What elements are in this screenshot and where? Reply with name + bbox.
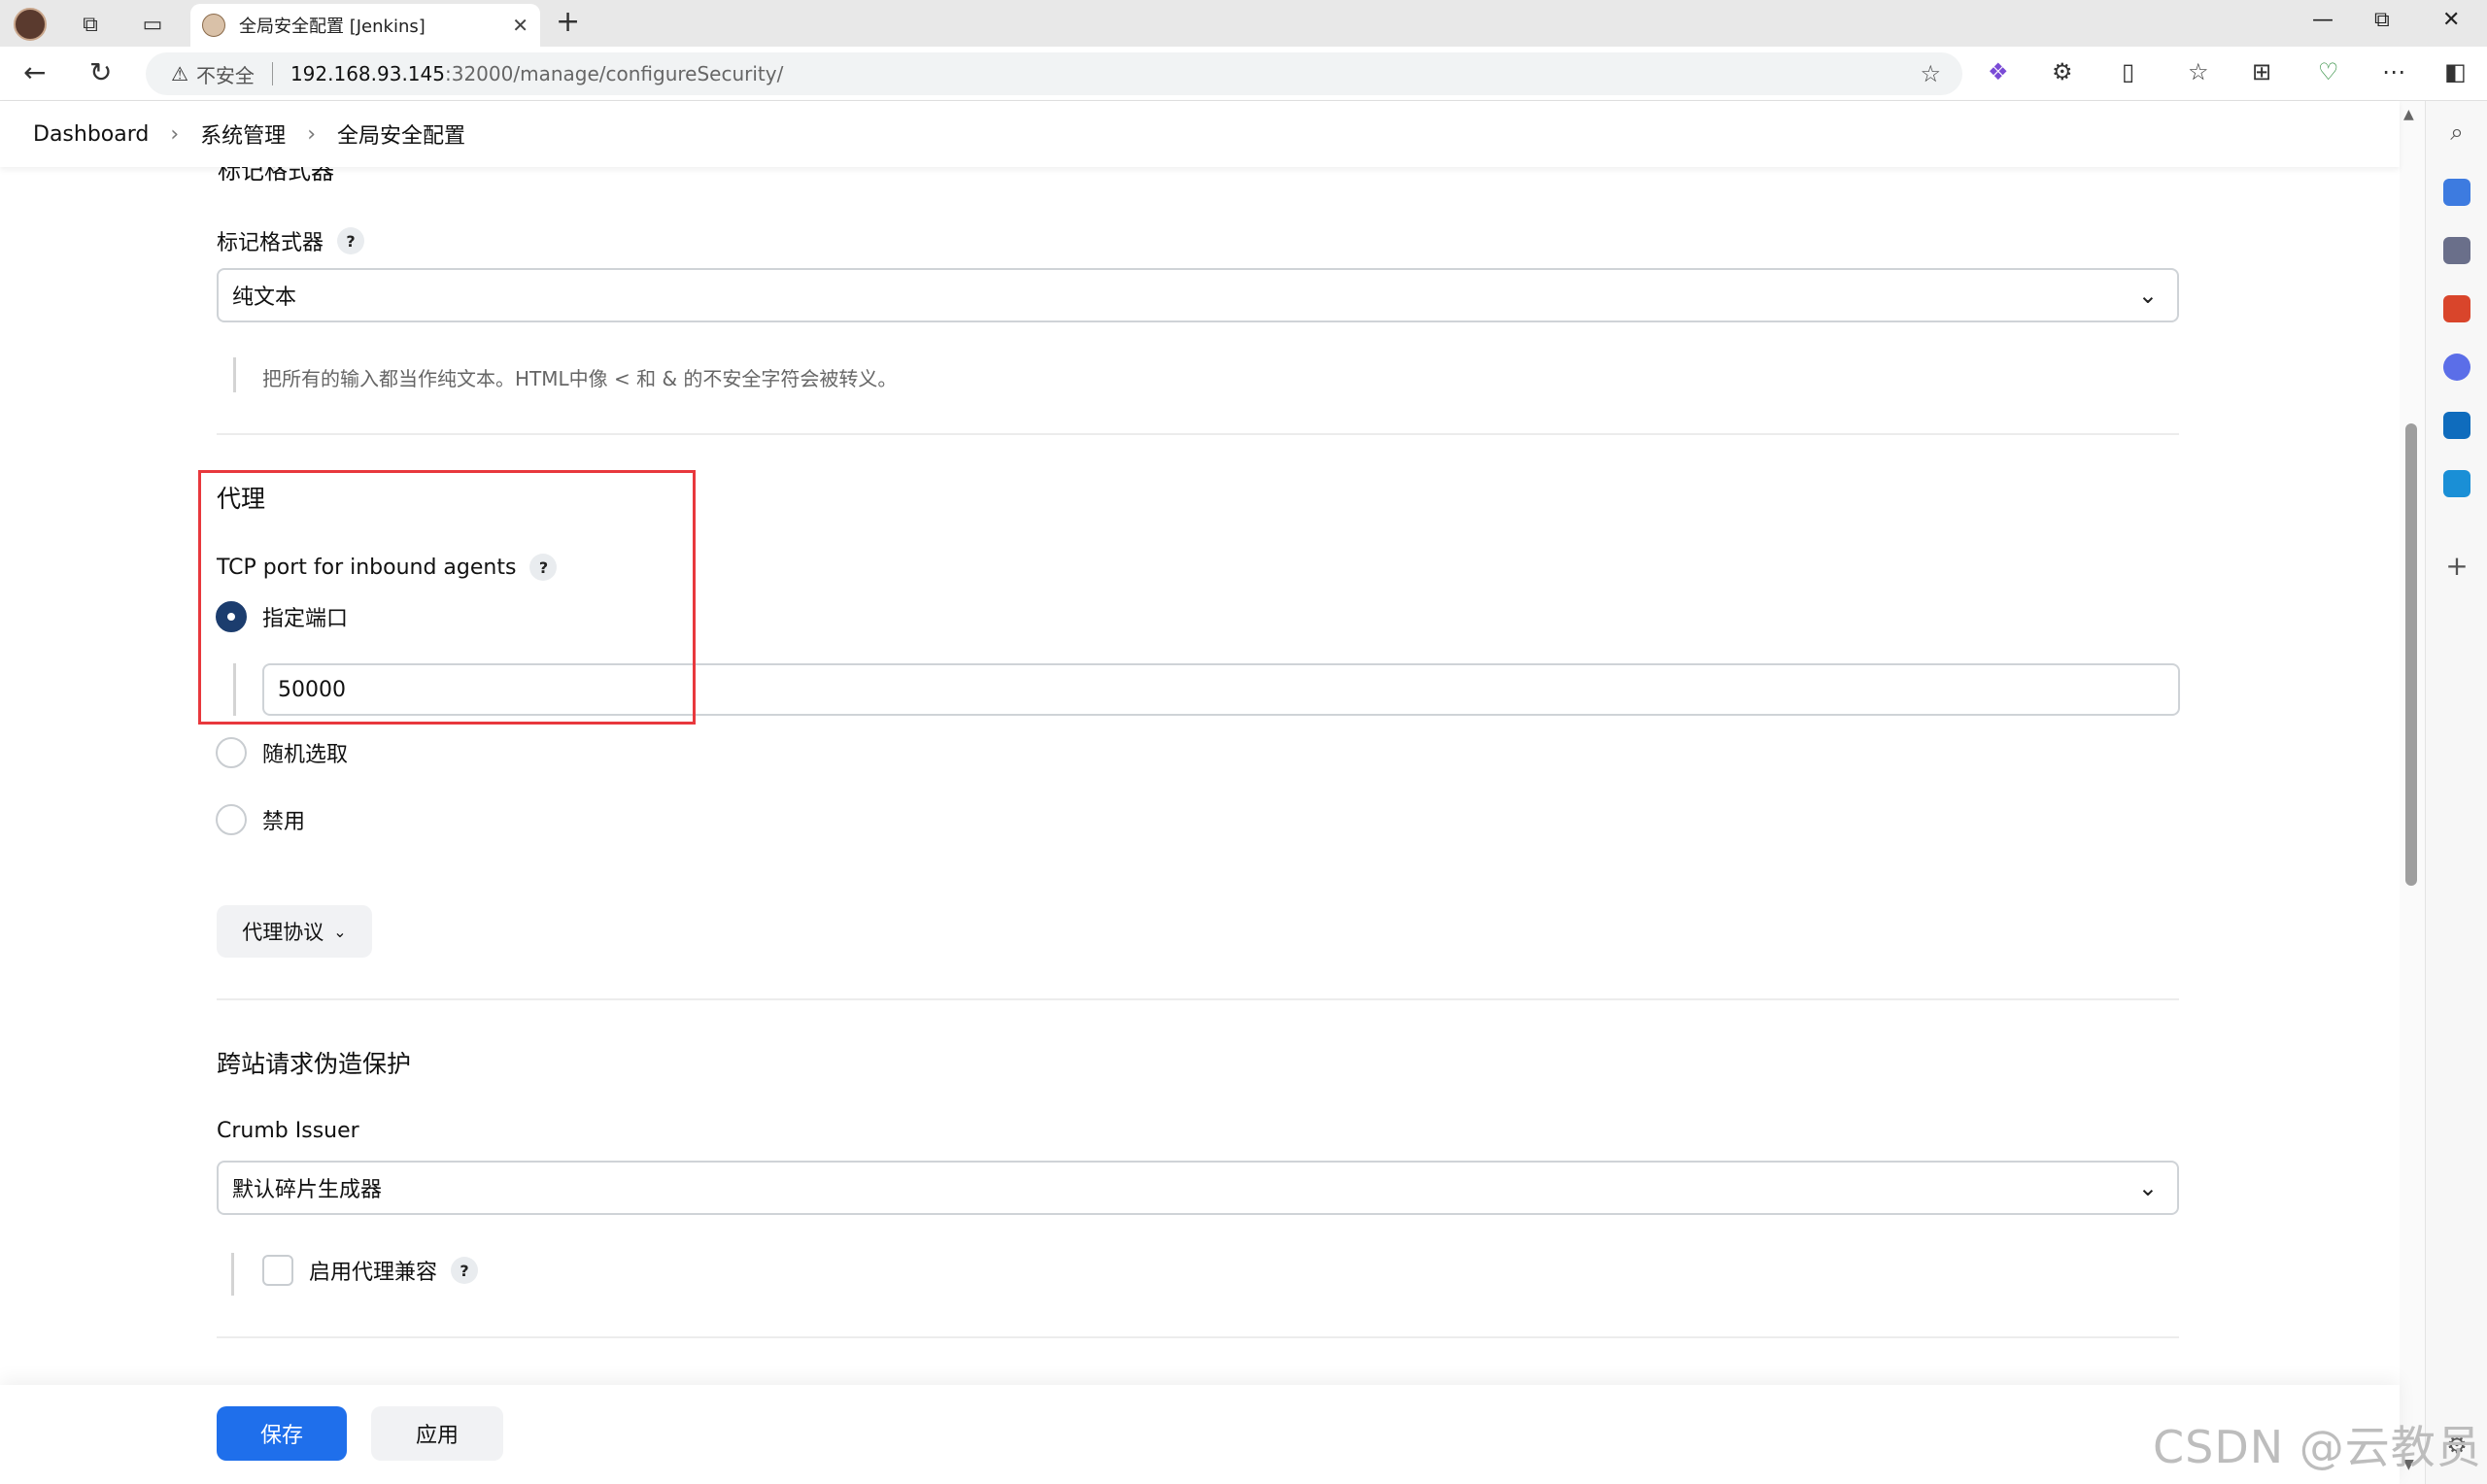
save-button[interactable]: 保存 (217, 1406, 347, 1461)
crumb-issuer-selected: 默认碎片生成器 (232, 1178, 383, 1202)
collections-icon[interactable]: ⊞ (2252, 58, 2271, 85)
outlook-icon[interactable] (2443, 412, 2470, 439)
add-sidebar-app-icon[interactable]: + (2443, 550, 2470, 582)
favorite-star-icon[interactable]: ☆ (1920, 60, 1941, 87)
radio-fixed-port[interactable]: 指定端口 (216, 601, 348, 632)
bottom-action-bar (0, 1385, 2400, 1484)
not-secure-label: 不安全 (195, 63, 255, 87)
markup-formatter-label: 标记格式器 ? (217, 225, 365, 256)
restore-icon[interactable]: ⧉ (2374, 8, 2390, 32)
proxy-compat-checkbox-row[interactable]: 启用代理兼容 ? (262, 1255, 479, 1286)
port-input[interactable]: 50000 (262, 663, 2180, 716)
back-icon[interactable]: ← (23, 56, 46, 88)
breadcrumb: Dashboard › 系统管理 › 全局安全配置 (0, 101, 2400, 167)
agent-protocols-button[interactable]: 代理协议 ⌄ (217, 905, 372, 958)
browser-tab-bar: ⧉ ▭ 全局安全配置 [Jenkins] ✕ + — ⧉ ✕ (0, 0, 2487, 47)
markup-formatter-selected: 纯文本 (232, 286, 297, 310)
chevron-right-icon: › (170, 121, 180, 147)
tab-title: 全局安全配置 [Jenkins] (239, 17, 426, 37)
radio-random-port[interactable]: 随机选取 (216, 737, 348, 768)
crumb-issuer-label-text: Crumb Issuer (217, 1119, 359, 1143)
more-menu-icon[interactable]: ⋯ (2382, 58, 2405, 85)
tcp-port-label-text: TCP port for inbound agents (217, 555, 517, 580)
section-divider (217, 1336, 2179, 1338)
browser-tab-active[interactable]: 全局安全配置 [Jenkins] ✕ (190, 4, 540, 47)
minimize-icon[interactable]: — (2312, 8, 2334, 32)
browser-sidebar: ⌕ + ⚙ (2425, 101, 2487, 1484)
tools-icon[interactable] (2443, 295, 2470, 322)
radio-disabled-label: 禁用 (262, 810, 306, 834)
agents-section-title: 代理 (217, 485, 266, 513)
chevron-right-icon: › (307, 121, 316, 147)
jenkins-favicon-icon (202, 14, 225, 37)
section-divider (217, 433, 2179, 435)
window-close-icon[interactable]: ✕ (2442, 8, 2460, 32)
apply-button[interactable]: 应用 (371, 1406, 503, 1461)
crumb-issuer-label: Crumb Issuer (217, 1119, 359, 1143)
radio-random-port-label: 随机选取 (262, 743, 349, 767)
radio-fixed-port-label: 指定端口 (262, 607, 349, 631)
markup-formatter-label-text: 标记格式器 (217, 231, 324, 255)
copilot-icon[interactable]: ❖ (1988, 58, 2009, 85)
favorites-icon[interactable]: ☆ (2188, 58, 2209, 85)
csrf-section-title: 跨站请求伪造保护 (217, 1050, 412, 1078)
office-icon[interactable] (2443, 354, 2470, 381)
send-icon[interactable] (2443, 470, 2470, 497)
close-tab-icon[interactable]: ✕ (512, 14, 528, 37)
workspaces-icon[interactable]: ⧉ (74, 8, 107, 41)
chevron-down-icon: ⌄ (333, 922, 347, 941)
description-rail (233, 357, 236, 392)
address-separator (271, 62, 273, 85)
page-scrollbar-thumb[interactable] (2405, 423, 2417, 886)
reload-icon[interactable]: ↻ (89, 56, 112, 88)
port-input-value: 50000 (278, 677, 346, 702)
chevron-down-icon: ⌄ (2137, 282, 2158, 309)
games-icon[interactable] (2443, 237, 2470, 264)
breadcrumb-dashboard[interactable]: Dashboard (33, 122, 149, 147)
radio-button[interactable] (216, 804, 247, 835)
search-icon[interactable]: ⌕ (2443, 118, 2470, 146)
extensions-icon[interactable]: ⚙ (2052, 58, 2073, 85)
browser-toolbar: ← ↻ ⚠ 不安全 192.168.93.145:32000/manage/co… (0, 47, 2487, 101)
address-bar[interactable]: ⚠ 不安全 192.168.93.145:32000/manage/config… (146, 52, 1962, 95)
help-icon[interactable]: ? (337, 227, 365, 254)
proxy-compat-label: 启用代理兼容 (309, 1261, 438, 1285)
url-host: 192.168.93.145 (290, 62, 445, 85)
radio-disabled[interactable]: 禁用 (216, 804, 305, 835)
markup-formatter-select[interactable]: 纯文本 ⌄ (217, 268, 2179, 322)
radio-button[interactable] (216, 737, 247, 768)
chevron-down-icon: ⌄ (2137, 1174, 2158, 1201)
profile-avatar-button[interactable] (14, 8, 47, 41)
radio-button-checked[interactable] (216, 601, 247, 632)
breadcrumb-manage[interactable]: 系统管理 (200, 118, 286, 150)
nested-rail (233, 663, 236, 716)
breadcrumb-security[interactable]: 全局安全配置 (337, 118, 465, 150)
markup-formatter-description: 把所有的输入都当作纯文本。HTML中像 < 和 & 的不安全字符会被转义。 (262, 367, 898, 390)
sidebar-toggle-icon[interactable]: ◧ (2444, 58, 2467, 85)
new-tab-icon[interactable]: + (556, 8, 580, 37)
help-icon[interactable]: ? (529, 554, 558, 581)
csdn-watermark: CSDN @云教员 (2153, 1421, 2482, 1473)
url-path: :32000/manage/configureSecurity/ (444, 62, 784, 85)
nested-rail (231, 1253, 234, 1296)
vertical-tabs-icon[interactable]: ▭ (136, 8, 169, 41)
warning-icon: ⚠ (171, 62, 188, 85)
split-screen-icon[interactable]: ▯ (2122, 58, 2134, 85)
scroll-up-icon[interactable]: ▲ (2403, 107, 2414, 122)
section-divider (217, 998, 2179, 1000)
agent-protocols-label: 代理协议 (242, 921, 324, 944)
proxy-compat-checkbox[interactable] (262, 1255, 293, 1286)
shopping-tag-icon[interactable] (2443, 179, 2470, 206)
tcp-port-label: TCP port for inbound agents ? (217, 554, 558, 581)
crumb-issuer-select[interactable]: 默认碎片生成器 ⌄ (217, 1161, 2179, 1215)
help-icon[interactable]: ? (451, 1257, 479, 1284)
avatar (14, 8, 47, 41)
browser-essentials-icon[interactable]: ♡ (2318, 58, 2339, 85)
